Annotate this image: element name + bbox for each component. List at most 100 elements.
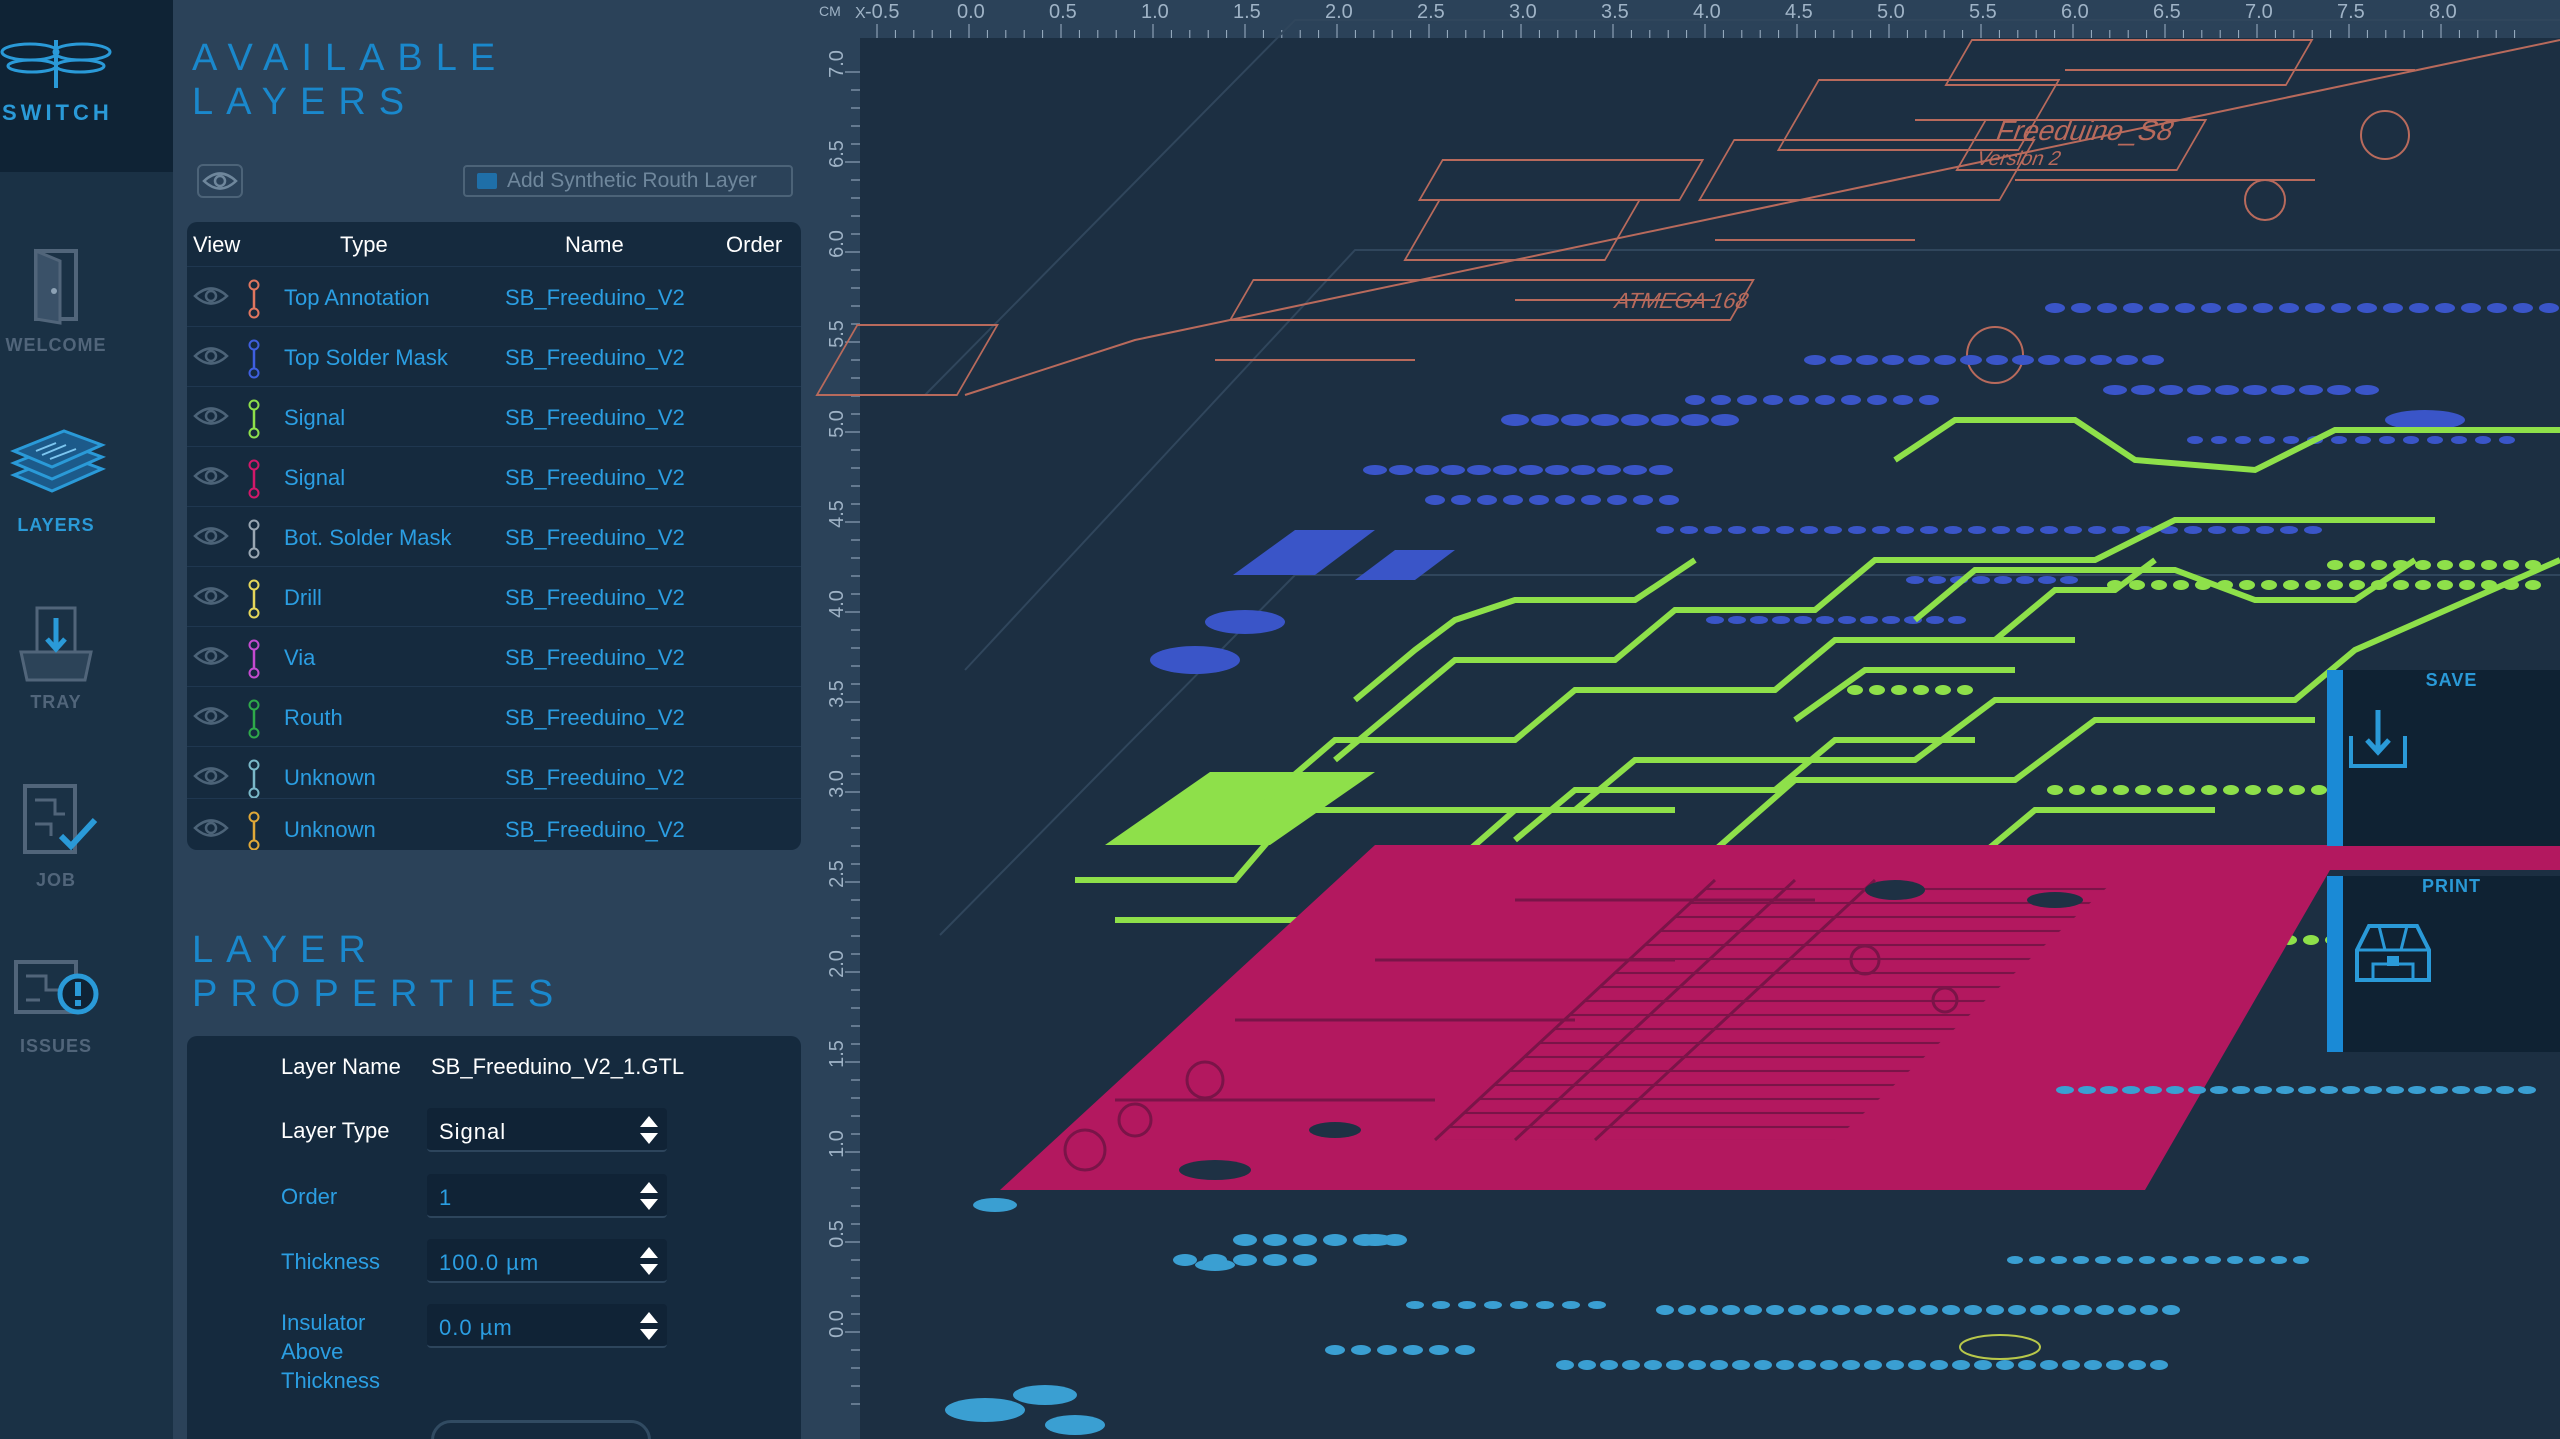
pcb-layer-stack-canvas[interactable]: CM X -0.5 0.0 0.5 1.0 1.5 2.0 2.5 3.0 3.5 4.0 4.5 5…: [815, 0, 2560, 1439]
pcb-pad: [2103, 385, 2127, 395]
y-tick-label: 1.5: [826, 1040, 848, 1068]
pcb-pad: [2393, 560, 2409, 570]
pcb-pad: [2261, 580, 2277, 590]
pcb-pad: [1974, 1360, 1992, 1370]
pcb-pad: [2513, 303, 2533, 313]
pcb-pad: [1838, 616, 1856, 624]
pcb-pad: [2060, 576, 2078, 584]
layer-row[interactable]: Routh SB_Freeduino_V2: [187, 686, 801, 746]
pcb-pad: [2267, 785, 2283, 795]
visibility-eye-icon[interactable]: [193, 765, 229, 787]
layer-row[interactable]: Unknown SB_Freeduino_V2: [187, 746, 801, 806]
pcb-pad: [1944, 526, 1962, 534]
pcb-pad: [1263, 1254, 1287, 1266]
pcb-pad: [1737, 395, 1757, 405]
thickness-stepper[interactable]: 100.0 µm: [427, 1239, 667, 1283]
pcb-pad: [1930, 1360, 1948, 1370]
layer-row[interactable]: Top Solder Mask SB_Freeduino_V2: [187, 326, 801, 386]
layer-type: Unknown: [284, 765, 376, 790]
layer-row[interactable]: Signal SB_Freeduino_V2: [187, 446, 801, 506]
nav-welcome[interactable]: WELCOME: [0, 245, 112, 395]
insulator-thickness-stepper[interactable]: 0.0 µm: [427, 1304, 667, 1348]
insulator-label-line-2: Above: [281, 1339, 344, 1364]
visibility-eye-icon[interactable]: [193, 817, 229, 839]
nav-rail: SWITCH WELCOME LAYERS TRAY JOB ISSUES: [0, 0, 173, 1439]
layer-row[interactable]: Unknown SB_Freeduino_V2: [187, 798, 801, 850]
visibility-eye-icon[interactable]: [193, 525, 229, 547]
pcb-pad: [1848, 526, 1866, 534]
pcb-pad: [1377, 1345, 1397, 1355]
pcb-pad: [1841, 395, 1861, 405]
pcb-pad: [1458, 1301, 1476, 1309]
visibility-eye-icon[interactable]: [193, 585, 229, 607]
y-tick-label: 3.0: [826, 770, 848, 798]
layer-row[interactable]: Via SB_Freeduino_V2: [187, 626, 801, 686]
print-button[interactable]: PRINT: [2327, 876, 2560, 1052]
layer-type: Top Solder Mask: [284, 345, 448, 370]
pcb-pad: [1908, 1360, 1926, 1370]
pcb-pad: [1860, 616, 1878, 624]
tray-download-icon: [19, 606, 93, 682]
properties-apply-button[interactable]: [431, 1420, 651, 1439]
layer-row[interactable]: Drill SB_Freeduino_V2: [187, 566, 801, 626]
pcb-pad: [1389, 465, 1413, 475]
pcb-pad: [1928, 576, 1946, 584]
pcb-pad: [2211, 436, 2227, 444]
layer-row[interactable]: Bot. Solder Mask SB_Freeduino_V2: [187, 506, 801, 566]
dragonfly-logo-icon: [0, 40, 112, 88]
layer-name: SB_Freeduino_V2: [505, 585, 685, 610]
visibility-eye-icon[interactable]: [193, 405, 229, 427]
pcb-pad: [1711, 395, 1731, 405]
pcb-pad: [1732, 1360, 1750, 1370]
visibility-eye-icon[interactable]: [193, 285, 229, 307]
order-stepper[interactable]: 1: [427, 1174, 667, 1218]
pcb-pad: [2018, 1360, 2036, 1370]
pcb-pad: [2371, 580, 2387, 590]
nav-layers[interactable]: LAYERS: [0, 425, 112, 575]
pcb-pad: [1633, 495, 1653, 505]
layer-type-label: Layer Type: [281, 1118, 390, 1143]
pcb-pad: [2142, 355, 2164, 365]
issues-alert-icon: [14, 960, 99, 1015]
layer-color-swatch-icon: [248, 759, 260, 799]
pcb-pad: [1501, 414, 1529, 426]
y-tick-label: 5.5: [826, 320, 848, 348]
pcb-pad: [2016, 576, 2034, 584]
pcb-pad: [2129, 580, 2145, 590]
layer-row[interactable]: Top Annotation SB_Freeduino_V2: [187, 266, 801, 326]
pcb-pad: [2254, 1086, 2272, 1094]
pcb-3d-viewer[interactable]: CM X -0.5 0.0 0.5 1.0 1.5 2.0 2.5 3.0 3.5 4.0 4.5 5…: [815, 0, 2560, 1439]
layer-color-swatch-icon: [248, 811, 260, 850]
y-tick-label: 5.0: [826, 410, 848, 438]
pcb-pad: [2383, 303, 2403, 313]
add-synthetic-routh-layer-button[interactable]: Add Synthetic Routh Layer: [463, 165, 793, 197]
pcb-pad: [2461, 303, 2481, 313]
silk-text-chip: ATMEGA 168: [1611, 288, 1753, 313]
nav-issues[interactable]: ISSUES: [0, 956, 112, 1106]
pcb-pad: [2062, 1360, 2080, 1370]
layer-name: SB_Freeduino_V2: [505, 465, 685, 490]
pcb-pad: [2051, 1256, 2067, 1264]
y-tick-label: 2.0: [826, 950, 848, 978]
visibility-eye-icon[interactable]: [193, 705, 229, 727]
pcb-pad: [2173, 580, 2189, 590]
toggle-all-visibility-button[interactable]: [197, 164, 243, 198]
save-button[interactable]: SAVE: [2327, 670, 2560, 846]
pcb-pad: [2327, 580, 2343, 590]
pcb-pad: [2496, 1086, 2514, 1094]
pcb-pad: [2451, 436, 2467, 444]
layer-type-select[interactable]: Signal: [427, 1108, 667, 1152]
visibility-eye-icon[interactable]: [193, 345, 229, 367]
layer-color-swatch-icon: [248, 699, 260, 739]
layer-type: Via: [284, 645, 316, 670]
x-tick-label: 1.0: [1141, 1, 1169, 23]
nav-job[interactable]: JOB: [0, 780, 112, 930]
pcb-pad: [1728, 526, 1746, 534]
pcb-pad: [2088, 526, 2106, 534]
nav-tray[interactable]: TRAY: [0, 602, 112, 752]
layer-row[interactable]: Signal SB_Freeduino_V2: [187, 386, 801, 446]
pcb-pad: [2157, 785, 2173, 795]
visibility-eye-icon[interactable]: [193, 645, 229, 667]
visibility-eye-icon[interactable]: [193, 465, 229, 487]
pcb-pad: [2030, 1305, 2048, 1315]
